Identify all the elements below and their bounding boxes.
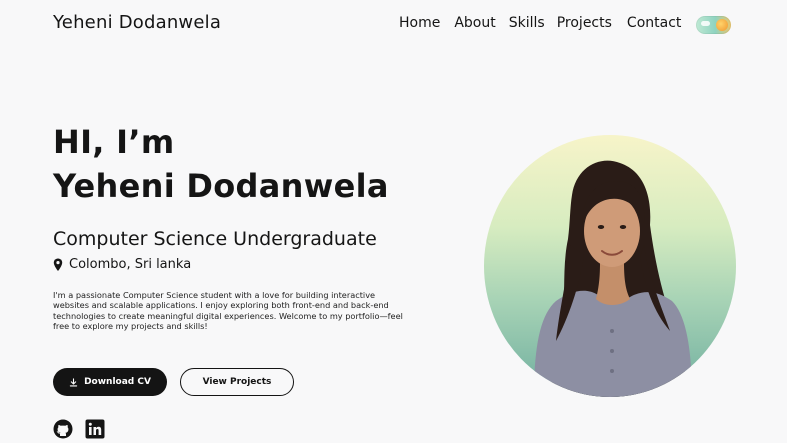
nav-home[interactable]: Home <box>399 15 440 31</box>
theme-toggle[interactable] <box>696 16 731 34</box>
nav-skills[interactable]: Skills <box>509 15 545 31</box>
site-brand[interactable]: Yeheni Dodanwela <box>53 12 221 33</box>
nav-projects[interactable]: Projects <box>557 15 612 31</box>
linkedin-icon[interactable] <box>85 419 105 439</box>
hero-bio: I'm a passionate Computer Science studen… <box>53 290 403 332</box>
hero-heading: HI, I’m Yeheni Dodanwela <box>53 120 389 208</box>
location: Colombo, Sri lanka <box>53 257 191 272</box>
map-pin-icon <box>53 258 63 271</box>
github-icon[interactable] <box>53 419 73 439</box>
view-projects-button[interactable]: View Projects <box>180 368 294 396</box>
download-icon <box>69 377 78 386</box>
location-text: Colombo, Sri lanka <box>69 257 192 272</box>
profile-photo <box>484 135 736 397</box>
download-cv-label: Download CV <box>84 377 151 387</box>
hero-name: Yeheni Dodanwela <box>53 167 389 205</box>
view-projects-label: View Projects <box>202 377 272 387</box>
cloud-icon <box>701 21 710 26</box>
hero-greeting: HI, I’m <box>53 123 175 161</box>
hero-subtitle: Computer Science Undergraduate <box>53 228 377 250</box>
nav-contact[interactable]: Contact <box>627 15 681 31</box>
nav-about[interactable]: About <box>454 15 495 31</box>
download-cv-button[interactable]: Download CV <box>53 368 167 396</box>
social-links <box>53 419 105 439</box>
sun-icon <box>716 19 728 31</box>
main-nav: Home About Skills Projects Contact <box>399 15 681 31</box>
